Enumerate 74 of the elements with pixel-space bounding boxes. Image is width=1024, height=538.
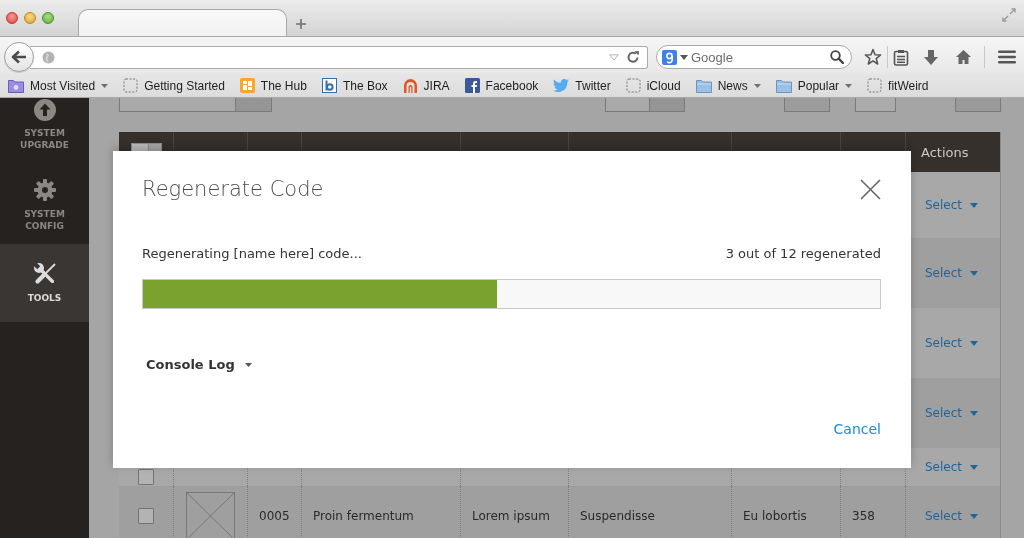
close-button[interactable] [860, 178, 881, 200]
star-icon[interactable] [864, 48, 882, 66]
caret-icon [970, 202, 979, 208]
console-log-toggle[interactable]: Console Log [146, 356, 252, 374]
bookmark-item[interactable]: Popular [775, 78, 853, 93]
bird-icon [553, 79, 570, 92]
folder-icon [695, 78, 712, 93]
clipboard-icon[interactable] [893, 48, 909, 66]
sidebar-item[interactable]: SYSTEM UPGRADE [0, 98, 89, 164]
dashed-square-icon [625, 78, 641, 93]
search-icon[interactable] [830, 50, 844, 64]
address-field[interactable] [30, 45, 648, 69]
bookmark-item[interactable]: JIRA [402, 78, 450, 93]
caret-icon[interactable] [753, 83, 761, 88]
folder-icon [775, 78, 792, 93]
home-icon[interactable] [955, 49, 972, 65]
bookmark-item[interactable]: Getting Started [123, 78, 225, 93]
bookmark-item[interactable]: fitWeird [867, 78, 929, 93]
window-zoom-button[interactable] [42, 12, 54, 24]
bookmark-item[interactable]: News [695, 78, 761, 93]
b-logo-icon [321, 78, 337, 93]
table-cell: Proin fermentum [313, 509, 414, 523]
arches-icon [402, 78, 418, 93]
caret-icon[interactable] [680, 54, 688, 60]
status-text: Regenerating [name here] code... [142, 245, 362, 263]
bookmark-item[interactable]: Facebook [464, 78, 539, 93]
table-cell: Lorem ipsum [472, 509, 550, 523]
page-number-field[interactable] [855, 98, 896, 112]
search-input[interactable]: Google [691, 49, 827, 65]
tile-grid-icon [239, 78, 255, 93]
back-arrow-icon [11, 50, 27, 64]
search-engine-icon[interactable] [662, 49, 677, 65]
expand-arrows-icon[interactable] [1002, 8, 1016, 22]
caret-icon [970, 513, 979, 519]
dashed-square-icon [123, 78, 139, 93]
table-cell: 0005 [259, 509, 290, 523]
sidebar-item[interactable]: TOOLS [0, 244, 89, 322]
close-icon [860, 178, 881, 200]
bookmark-item[interactable]: The Box [321, 78, 388, 93]
menu-icon[interactable] [998, 50, 1016, 64]
download-icon[interactable] [923, 48, 939, 66]
reload-icon[interactable] [626, 50, 640, 64]
window-minimize-button[interactable] [24, 12, 36, 24]
search-field[interactable]: Google [656, 45, 852, 69]
row-checkbox[interactable] [138, 469, 154, 485]
bookmark-item[interactable]: The Hub [239, 78, 307, 93]
bookmark-item[interactable]: Most Visited [8, 78, 109, 93]
caret-icon [970, 410, 979, 416]
bookmark-item[interactable]: Twitter [553, 78, 611, 93]
table-cell: Eu lobortis [743, 509, 807, 523]
caret-icon[interactable] [845, 83, 853, 88]
sidebar-item[interactable]: SYSTEM CONFIG [0, 166, 89, 244]
back-button[interactable] [4, 42, 34, 72]
row-checkbox[interactable] [138, 508, 154, 524]
table-cell: 358 [852, 509, 875, 523]
wrench-screwdriver-icon [32, 262, 57, 286]
dialog-title: Regenerate Code [142, 176, 324, 203]
window-close-button[interactable] [6, 12, 18, 24]
caret-icon[interactable] [101, 83, 109, 88]
bookmark-item[interactable]: iCloud [625, 78, 681, 93]
table-cell: Suspendisse [580, 509, 655, 523]
gear-icon [32, 178, 57, 202]
column-header[interactable]: Actions [921, 144, 969, 160]
dashed-square-icon [867, 78, 883, 93]
f-logo-icon [464, 78, 480, 93]
progress-count: 3 out of 12 regenerated [725, 245, 881, 263]
caret-icon [970, 270, 979, 276]
folder-icon [8, 78, 24, 93]
globe-icon [42, 50, 55, 64]
browser-tab[interactable] [78, 9, 287, 36]
cancel-link[interactable]: Cancel [833, 420, 881, 438]
caret-icon [970, 340, 979, 346]
caret-icon [970, 464, 979, 470]
plus-icon[interactable] [295, 18, 307, 30]
